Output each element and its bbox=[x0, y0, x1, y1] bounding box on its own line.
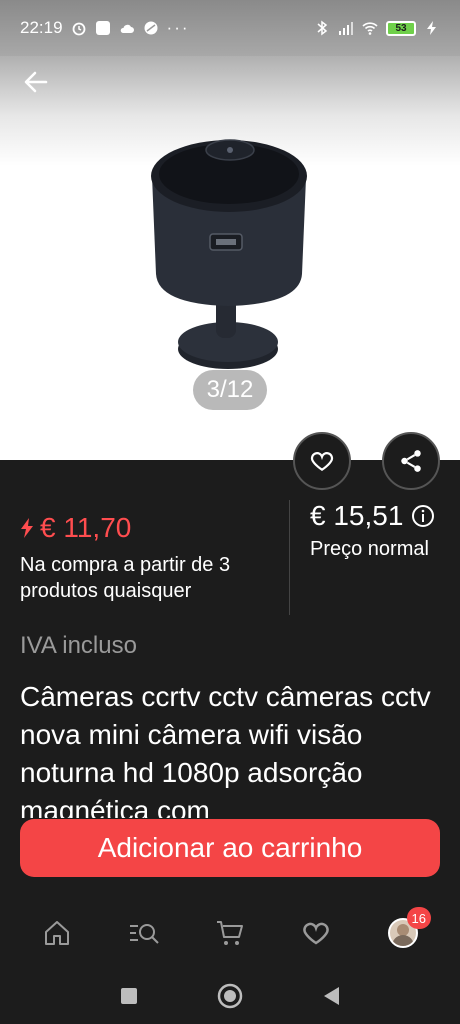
bottom-nav: 16 bbox=[0, 898, 460, 968]
signal-icon bbox=[339, 22, 353, 35]
nav-account[interactable]: 16 bbox=[373, 903, 433, 963]
system-nav-bar bbox=[0, 968, 460, 1024]
home-icon bbox=[45, 921, 70, 945]
normal-price: € 15,51 bbox=[310, 500, 450, 532]
wishlist-icon bbox=[303, 922, 330, 945]
heart-icon bbox=[310, 452, 334, 471]
normal-price-label: Preço normal bbox=[310, 538, 429, 560]
status-time: 22:19 bbox=[20, 18, 63, 37]
charging-icon bbox=[427, 21, 436, 35]
nav-home[interactable] bbox=[27, 903, 87, 963]
gallery-page-counter: 3/12 bbox=[193, 370, 267, 410]
notification-badge: 16 bbox=[406, 907, 431, 929]
share-button[interactable] bbox=[382, 432, 440, 490]
battery-icon: 53 bbox=[386, 20, 416, 36]
normal-price-block: € 15,51 Preço normal bbox=[310, 500, 450, 561]
nav-categories[interactable] bbox=[114, 903, 174, 963]
add-to-cart-button[interactable]: Adicionar ao carrinho bbox=[20, 819, 440, 877]
lightning-icon bbox=[21, 518, 33, 538]
more-dots-icon: ··· bbox=[166, 18, 190, 37]
sale-price: € 11,70 bbox=[20, 512, 280, 544]
wifi-icon bbox=[362, 22, 378, 35]
data-saver-icon bbox=[144, 21, 158, 35]
info-icon[interactable] bbox=[411, 504, 435, 528]
price-divider bbox=[289, 500, 290, 615]
app-icon bbox=[95, 21, 110, 35]
cart-icon bbox=[216, 921, 243, 945]
sale-price-value: € 11,70 bbox=[40, 512, 132, 543]
favorite-button[interactable] bbox=[293, 432, 351, 490]
product-image bbox=[151, 139, 307, 369]
recents-icon[interactable] bbox=[119, 986, 139, 1006]
nav-cart[interactable] bbox=[200, 903, 260, 963]
product-gallery[interactable]: 3/12 bbox=[0, 56, 460, 460]
back-arrow-icon[interactable] bbox=[20, 66, 52, 98]
share-icon bbox=[401, 450, 421, 472]
status-bar: 22:19 ··· 53 bbox=[0, 0, 460, 56]
vat-label: IVA incluso bbox=[20, 632, 137, 659]
alarm-icon bbox=[72, 22, 85, 36]
status-right: 53 bbox=[314, 20, 440, 36]
sale-price-block: € 11,70 Na compra a partir de 3 produtos… bbox=[20, 512, 280, 604]
nav-wishlist[interactable] bbox=[286, 903, 346, 963]
status-left: 22:19 ··· bbox=[20, 18, 190, 38]
bluetooth-icon bbox=[317, 20, 328, 36]
sale-condition: Na compra a partir de 3 produtos quaisqu… bbox=[20, 554, 231, 602]
normal-price-value: € 15,51 bbox=[310, 500, 404, 531]
search-categories-icon bbox=[129, 924, 159, 944]
back-system-icon[interactable] bbox=[321, 985, 341, 1007]
home-system-icon[interactable] bbox=[217, 983, 243, 1009]
cloud-icon bbox=[120, 24, 134, 33]
product-title: Câmeras ccrtv cctv câmeras cctv nova min… bbox=[20, 681, 431, 818]
